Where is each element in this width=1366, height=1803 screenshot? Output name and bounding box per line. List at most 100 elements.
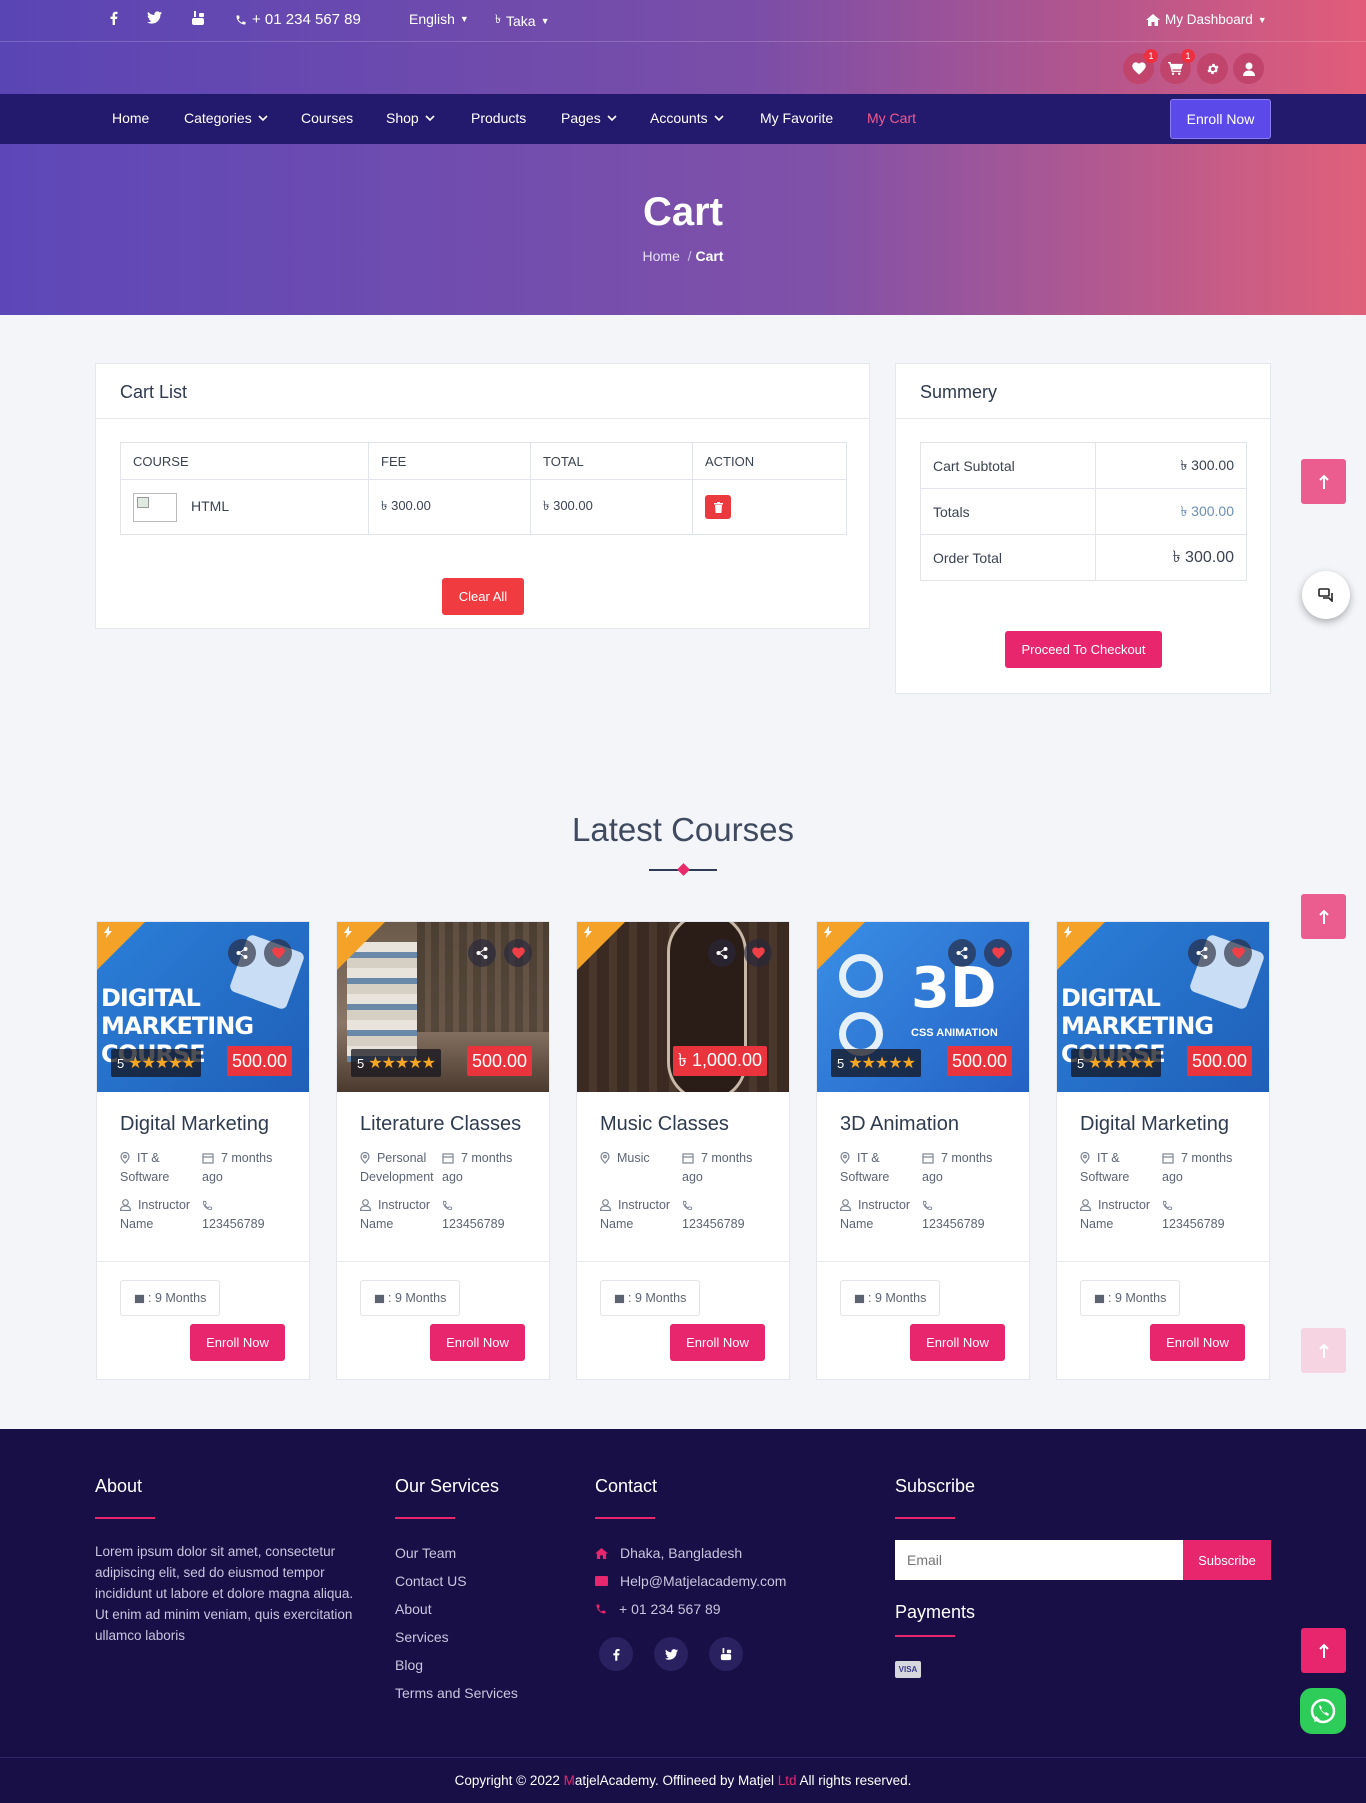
settings-button[interactable] <box>1197 53 1228 84</box>
course-title[interactable]: 3D Animation <box>840 1113 959 1136</box>
course-image[interactable]: 5 ★★★★★ 500.00 <box>337 922 549 1092</box>
footer-link-blog[interactable]: Blog <box>395 1657 423 1673</box>
profile-button[interactable] <box>1233 53 1264 84</box>
footer-link-about[interactable]: About <box>395 1601 432 1617</box>
proceed-to-checkout-button[interactable]: Proceed To Checkout <box>1005 631 1162 668</box>
nav-item-my-cart[interactable]: My Cart <box>867 110 916 126</box>
course-title[interactable]: Literature Classes <box>360 1113 521 1136</box>
star-icons: ★★★★★ <box>128 1055 196 1072</box>
nav-item-pages[interactable]: Pages <box>561 110 617 126</box>
chat-button[interactable] <box>1302 571 1350 619</box>
enroll-now-button[interactable]: Enroll Now <box>1170 99 1271 139</box>
scroll-top-button[interactable] <box>1301 1328 1346 1373</box>
whatsapp-button[interactable] <box>1300 1688 1346 1734</box>
heart-icon[interactable] <box>1224 939 1252 967</box>
nav-label: Home <box>112 110 150 126</box>
footer-link-contact-us[interactable]: Contact US <box>395 1573 467 1589</box>
heart-icon[interactable] <box>504 939 532 967</box>
course-card[interactable]: DIGITALMARKETINGCOURSE 5★★★★★ 500.00 Dig… <box>96 921 310 1380</box>
footer-email[interactable]: Help@Matjelacademy.com <box>595 1573 786 1589</box>
footer-link-terms[interactable]: Terms and Services <box>395 1685 518 1701</box>
currency-dropdown[interactable]: ৳ Taka ▼ <box>495 11 549 31</box>
scroll-top-button[interactable] <box>1301 1628 1346 1673</box>
nav-item-products[interactable]: Products <box>471 110 526 126</box>
enroll-now-button[interactable]: Enroll Now <box>910 1324 1005 1361</box>
dashboard-dropdown[interactable]: My Dashboard ▼ <box>1146 12 1267 27</box>
nav-item-courses[interactable]: Courses <box>301 110 353 126</box>
enroll-now-button[interactable]: Enroll Now <box>430 1324 525 1361</box>
nav-item-home[interactable]: Home <box>112 110 149 126</box>
footer-payments-title: Payments <box>895 1602 976 1622</box>
breadcrumb-home[interactable]: Home <box>643 248 680 264</box>
duration-badge: : 9 Months <box>600 1280 701 1316</box>
footer-link-services[interactable]: Services <box>395 1629 449 1645</box>
heart-icon[interactable] <box>264 939 292 967</box>
nav-item-categories[interactable]: Categories <box>184 110 268 126</box>
remove-item-button[interactable] <box>705 495 731 519</box>
facebook-icon[interactable] <box>109 11 118 25</box>
course-date: 7 months ago <box>682 1151 753 1184</box>
caret-down-icon: ▼ <box>540 16 550 26</box>
subtotal-value: ৳ 300.00 <box>1095 442 1247 489</box>
calendar-icon <box>442 1153 454 1164</box>
clear-all-button[interactable]: Clear All <box>442 578 524 615</box>
course-card[interactable]: DIGITALMARKETINGCOURSE 5★★★★★ 500.00 Dig… <box>1056 921 1270 1380</box>
course-card[interactable]: 3D CSS ANIMATION 5 ★★★★★ 500.00 3D Animat… <box>816 921 1030 1380</box>
course-category: IT & Software <box>120 1151 170 1184</box>
footer-youtube-icon[interactable] <box>709 1637 743 1671</box>
youtube-icon[interactable] <box>191 11 205 26</box>
course-image[interactable]: ৳ 1,000.00 <box>577 922 789 1092</box>
duration-value: : 9 Months <box>628 1291 687 1305</box>
enroll-now-button[interactable]: Enroll Now <box>190 1324 285 1361</box>
phone-icon <box>682 1200 693 1211</box>
enroll-now-button[interactable]: Enroll Now <box>670 1324 765 1361</box>
heart-icon[interactable] <box>984 939 1012 967</box>
nav-item-shop[interactable]: Shop <box>386 110 435 126</box>
heart-icon[interactable] <box>744 939 772 967</box>
email-field[interactable] <box>895 1540 1183 1580</box>
course-image[interactable]: DIGITALMARKETINGCOURSE 5★★★★★ 500.00 <box>97 922 309 1092</box>
course-image[interactable]: 3D CSS ANIMATION 5 ★★★★★ 500.00 <box>817 922 1029 1092</box>
footer-twitter-icon[interactable] <box>654 1637 688 1671</box>
nav-item-my-favorite[interactable]: My Favorite <box>760 110 833 126</box>
course-title[interactable]: Digital Marketing <box>1080 1113 1229 1136</box>
course-name[interactable]: HTML <box>191 497 229 513</box>
enroll-now-button[interactable]: Enroll Now <box>1150 1324 1245 1361</box>
share-icon[interactable] <box>468 939 496 967</box>
footer-underline <box>595 1517 655 1519</box>
share-icon[interactable] <box>228 939 256 967</box>
summary-title: Summery <box>896 364 1270 419</box>
share-icon[interactable] <box>948 939 976 967</box>
footer-underline <box>895 1635 955 1637</box>
scroll-top-button[interactable] <box>1301 459 1346 504</box>
bolt-icon <box>824 926 832 938</box>
course-card[interactable]: 5 ★★★★★ 500.00 Literature Classes Persona… <box>336 921 550 1380</box>
twitter-icon[interactable] <box>147 11 162 24</box>
nav-item-accounts[interactable]: Accounts <box>650 110 724 126</box>
phone-icon <box>1162 1200 1173 1211</box>
fee-cell: ৳ 300.00 <box>368 479 531 535</box>
course-title[interactable]: Digital Marketing <box>120 1113 269 1136</box>
scroll-top-button[interactable] <box>1301 894 1346 939</box>
course-image[interactable]: DIGITALMARKETINGCOURSE 5★★★★★ 500.00 <box>1057 922 1269 1092</box>
phone-icon <box>236 15 246 24</box>
course-title[interactable]: Music Classes <box>600 1113 729 1136</box>
share-icon[interactable] <box>708 939 736 967</box>
rating-value: 5 <box>117 1055 125 1071</box>
footer-link-our-team[interactable]: Our Team <box>395 1545 456 1561</box>
card-divider <box>817 1261 1029 1262</box>
course-card[interactable]: ৳ 1,000.00 Music Classes Music 7 months … <box>576 921 790 1380</box>
phone-contact: + 01 234 567 89 <box>235 11 361 28</box>
wishlist-button[interactable]: 1 <box>1123 49 1158 84</box>
phone-icon <box>442 1200 453 1211</box>
table-row: HTML ৳ 300.00 ৳ 300.00 <box>120 479 847 535</box>
course-thumbnail <box>133 492 177 522</box>
footer-underline <box>895 1517 955 1519</box>
user-icon <box>1079 1199 1092 1212</box>
footer-facebook-icon[interactable] <box>599 1637 633 1671</box>
calendar-icon <box>134 1294 145 1303</box>
language-dropdown[interactable]: English ▼ <box>409 11 469 27</box>
subscribe-button[interactable]: Subscribe <box>1183 1540 1271 1580</box>
share-icon[interactable] <box>1188 939 1216 967</box>
cart-button[interactable]: 1 <box>1160 49 1195 84</box>
